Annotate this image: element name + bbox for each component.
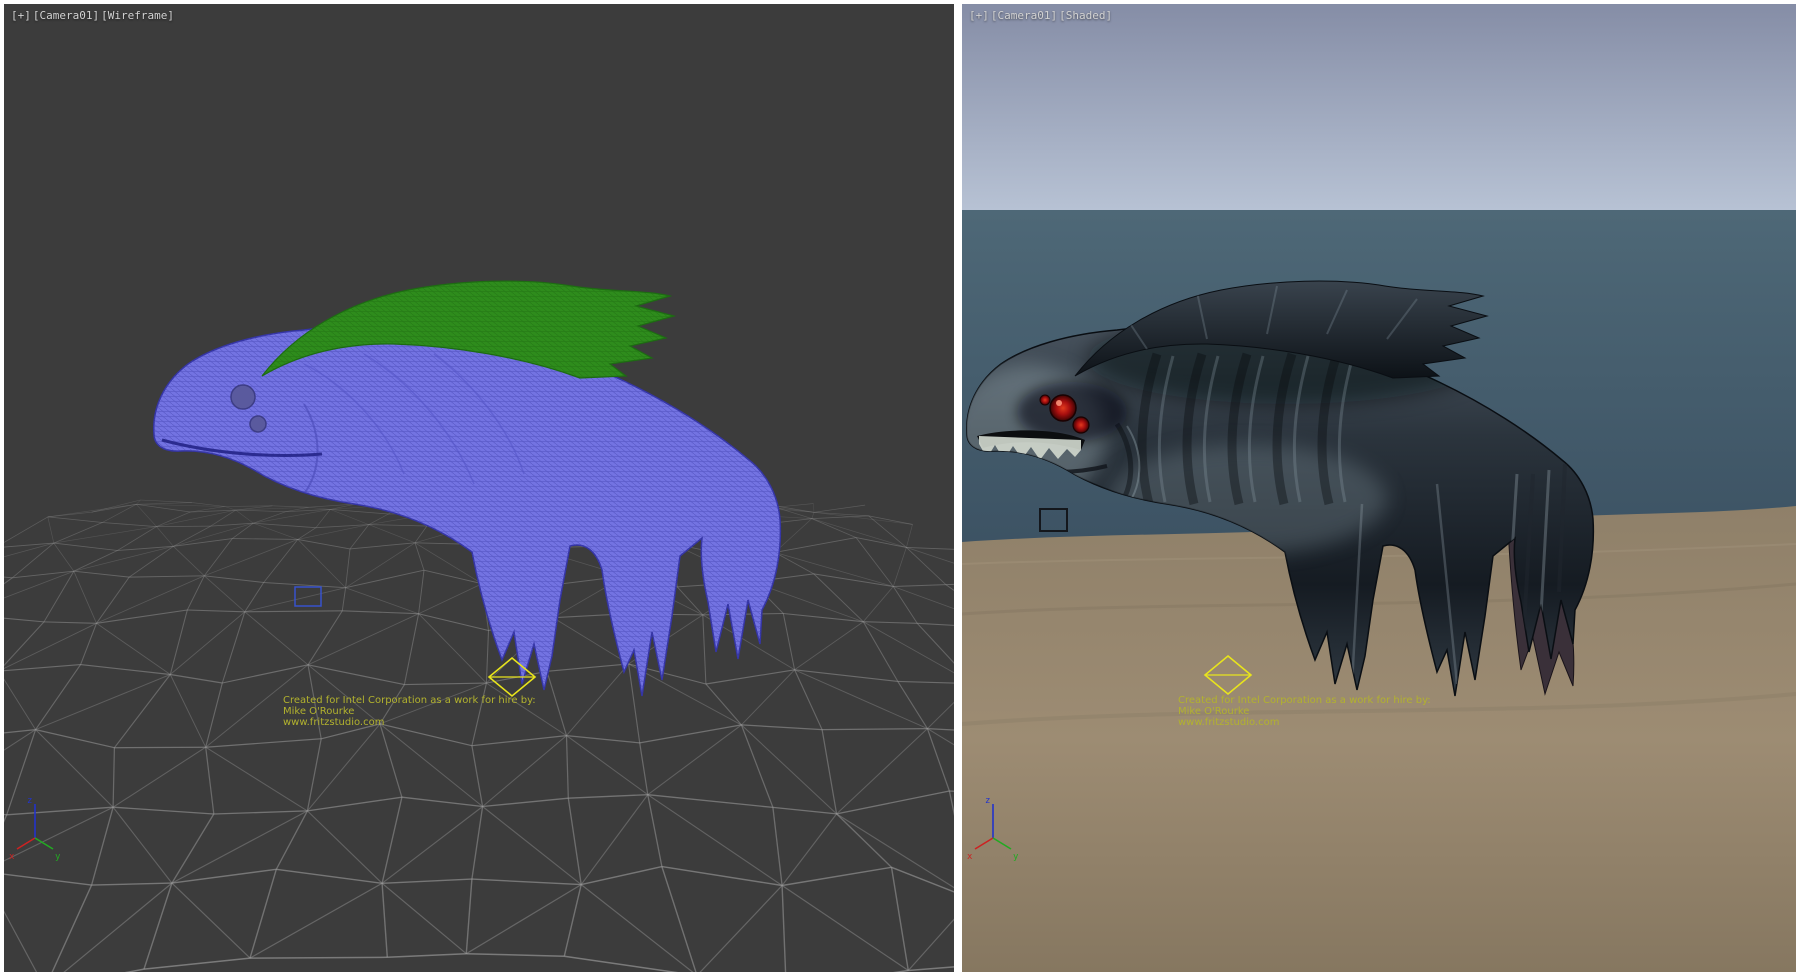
viewport-label: [+][Camera01][Shaded] (969, 9, 1114, 22)
wireframe-scene-canvas: z x y (4, 4, 954, 972)
axis-z-label: z (985, 796, 990, 806)
axis-x-label: x (9, 852, 15, 862)
axis-z-label: z (27, 796, 32, 806)
fish-eye (1073, 417, 1089, 433)
watermark-line: Mike O'Rourke (1178, 706, 1431, 717)
fish-eye (1050, 395, 1076, 421)
fish-eye (231, 385, 255, 409)
viewport-label: [+][Camera01][Wireframe] (11, 9, 176, 22)
watermark-line: Created for Intel Corporation as a work … (283, 695, 536, 706)
watermark: Created for Intel Corporation as a work … (283, 695, 536, 728)
viewport-plus-menu[interactable]: [+] (11, 9, 31, 22)
fish-eye (250, 416, 266, 432)
axis-x-label: x (967, 852, 973, 862)
viewport-plus-menu[interactable]: [+] (969, 9, 989, 22)
viewport-wireframe[interactable]: z x y [+][Camera01][Wireframe] Created f… (4, 4, 954, 972)
sky (962, 4, 1796, 210)
viewport-shading-menu[interactable]: [Shaded] (1059, 9, 1112, 22)
fish-model-wireframe[interactable] (154, 281, 781, 696)
axis-y-label: y (1013, 852, 1019, 862)
viewport-camera-menu[interactable]: [Camera01] (991, 9, 1057, 22)
watermark-line: www.fritzstudio.com (283, 717, 536, 728)
viewport-shading-menu[interactable]: [Wireframe] (101, 9, 174, 22)
fish-eye (1040, 395, 1050, 405)
watermark-line: Created for Intel Corporation as a work … (1178, 695, 1431, 706)
world-axis-tripod: z x y (9, 796, 61, 862)
axis-y-label: y (55, 852, 61, 862)
watermark-line: Mike O'Rourke (283, 706, 536, 717)
ground-plane[interactable] (962, 506, 1796, 972)
viewport-camera-menu[interactable]: [Camera01] (33, 9, 99, 22)
shaded-scene-canvas: z x y (962, 4, 1796, 972)
watermark-line: www.fritzstudio.com (1178, 717, 1431, 728)
watermark: Created for Intel Corporation as a work … (1178, 695, 1431, 728)
viewport-shaded[interactable]: z x y [+][Camera01][Shaded] Created for … (962, 4, 1796, 972)
